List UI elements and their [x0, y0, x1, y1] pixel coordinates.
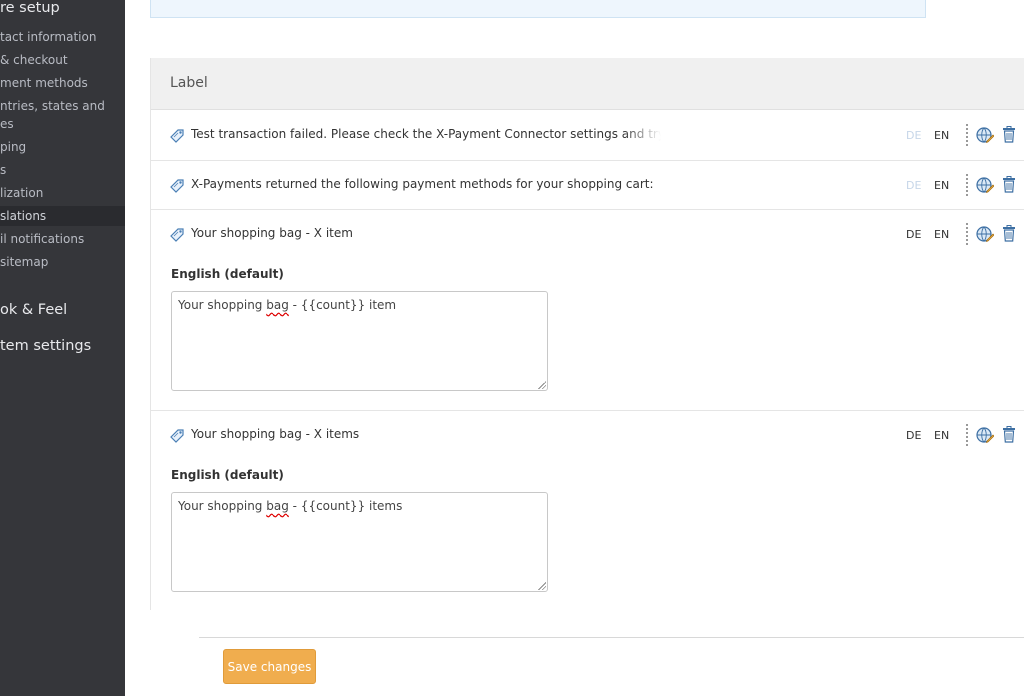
sidebar-item-shipping[interactable]: ping	[0, 139, 26, 155]
lang-de-link[interactable]: DE	[906, 429, 921, 442]
tag-icon	[170, 179, 184, 193]
textarea-value[interactable]: Your shopping bag - {{count}} items	[178, 499, 402, 513]
tag-icon	[170, 228, 184, 242]
sidebar-item-sitemap[interactable]: sitemap	[0, 254, 48, 270]
sidebar-item-localization[interactable]: lization	[0, 185, 43, 201]
sidebar-item-countries-states-cont[interactable]: es	[0, 116, 14, 132]
sidebar: re setup tact information & checkout men…	[0, 0, 125, 696]
lang-en-link[interactable]: EN	[934, 429, 949, 442]
resize-grip-icon[interactable]	[538, 381, 546, 389]
trash-icon[interactable]	[1002, 176, 1016, 193]
drag-handle-icon[interactable]	[966, 174, 969, 196]
info-box	[150, 0, 926, 18]
lang-en-link[interactable]: EN	[934, 228, 949, 241]
globe-pencil-icon[interactable]	[976, 176, 994, 194]
sidebar-item-contact-information[interactable]: tact information	[0, 29, 96, 45]
textarea-value[interactable]: Your shopping bag - {{count}} item	[178, 298, 396, 312]
trash-icon[interactable]	[1002, 426, 1016, 443]
row-label[interactable]: X-Payments returned the following paymen…	[191, 177, 654, 191]
sidebar-item-countries-states[interactable]: ntries, states and	[0, 98, 105, 114]
labels-table: Label Test transaction failed. Please ch…	[150, 58, 1024, 610]
drag-handle-icon[interactable]	[966, 223, 969, 245]
row-label[interactable]: Test transaction failed. Please check th…	[191, 127, 661, 141]
translation-textarea[interactable]: Your shopping bag - {{count}} item	[171, 291, 548, 391]
misspelled-word: bag	[266, 499, 289, 513]
sidebar-item-email-notifications[interactable]: il notifications	[0, 231, 84, 247]
row-label[interactable]: Your shopping bag - X item	[191, 226, 353, 240]
sidebar-item-taxes[interactable]: s	[0, 162, 6, 178]
field-label-english: English (default)	[171, 468, 284, 482]
resize-grip-icon[interactable]	[538, 582, 546, 590]
table-row-expanded: Your shopping bag - X items DE EN Englis…	[151, 411, 1024, 610]
save-changes-button[interactable]: Save changes	[223, 649, 316, 684]
sidebar-heading-look-feel[interactable]: ok & Feel	[0, 302, 67, 318]
footer-divider	[199, 637, 1024, 638]
table-row-expanded: Your shopping bag - X item DE EN English…	[151, 210, 1024, 411]
field-label-english: English (default)	[171, 267, 284, 281]
lang-de-link[interactable]: DE	[906, 228, 921, 241]
globe-pencil-icon[interactable]	[976, 225, 994, 243]
table-row: X-Payments returned the following paymen…	[151, 161, 1024, 210]
drag-handle-icon[interactable]	[966, 124, 969, 146]
tag-icon	[170, 129, 184, 143]
lang-en-link[interactable]: EN	[934, 129, 949, 142]
sidebar-item-translations[interactable]: slations	[0, 206, 125, 226]
lang-de-link[interactable]: DE	[906, 179, 921, 192]
sidebar-heading-store-setup[interactable]: re setup	[0, 0, 60, 16]
sidebar-heading-system-settings[interactable]: tem settings	[0, 338, 91, 354]
table-header: Label	[151, 58, 1024, 110]
trash-icon[interactable]	[1002, 126, 1016, 143]
column-header-label: Label	[170, 75, 208, 91]
row-label[interactable]: Your shopping bag - X items	[191, 427, 359, 441]
sidebar-item-cart-checkout[interactable]: & checkout	[0, 52, 68, 68]
trash-icon[interactable]	[1002, 225, 1016, 242]
translation-textarea[interactable]: Your shopping bag - {{count}} items	[171, 492, 548, 592]
tag-icon	[170, 429, 184, 443]
table-row: Test transaction failed. Please check th…	[151, 111, 1024, 161]
main-content: Label Test transaction failed. Please ch…	[125, 0, 1024, 696]
globe-pencil-icon[interactable]	[976, 426, 994, 444]
sidebar-item-payment-methods[interactable]: ment methods	[0, 75, 88, 91]
drag-handle-icon[interactable]	[966, 424, 969, 446]
lang-de-link[interactable]: DE	[906, 129, 921, 142]
lang-en-link[interactable]: EN	[934, 179, 949, 192]
misspelled-word: bag	[266, 298, 289, 312]
globe-pencil-icon[interactable]	[976, 126, 994, 144]
